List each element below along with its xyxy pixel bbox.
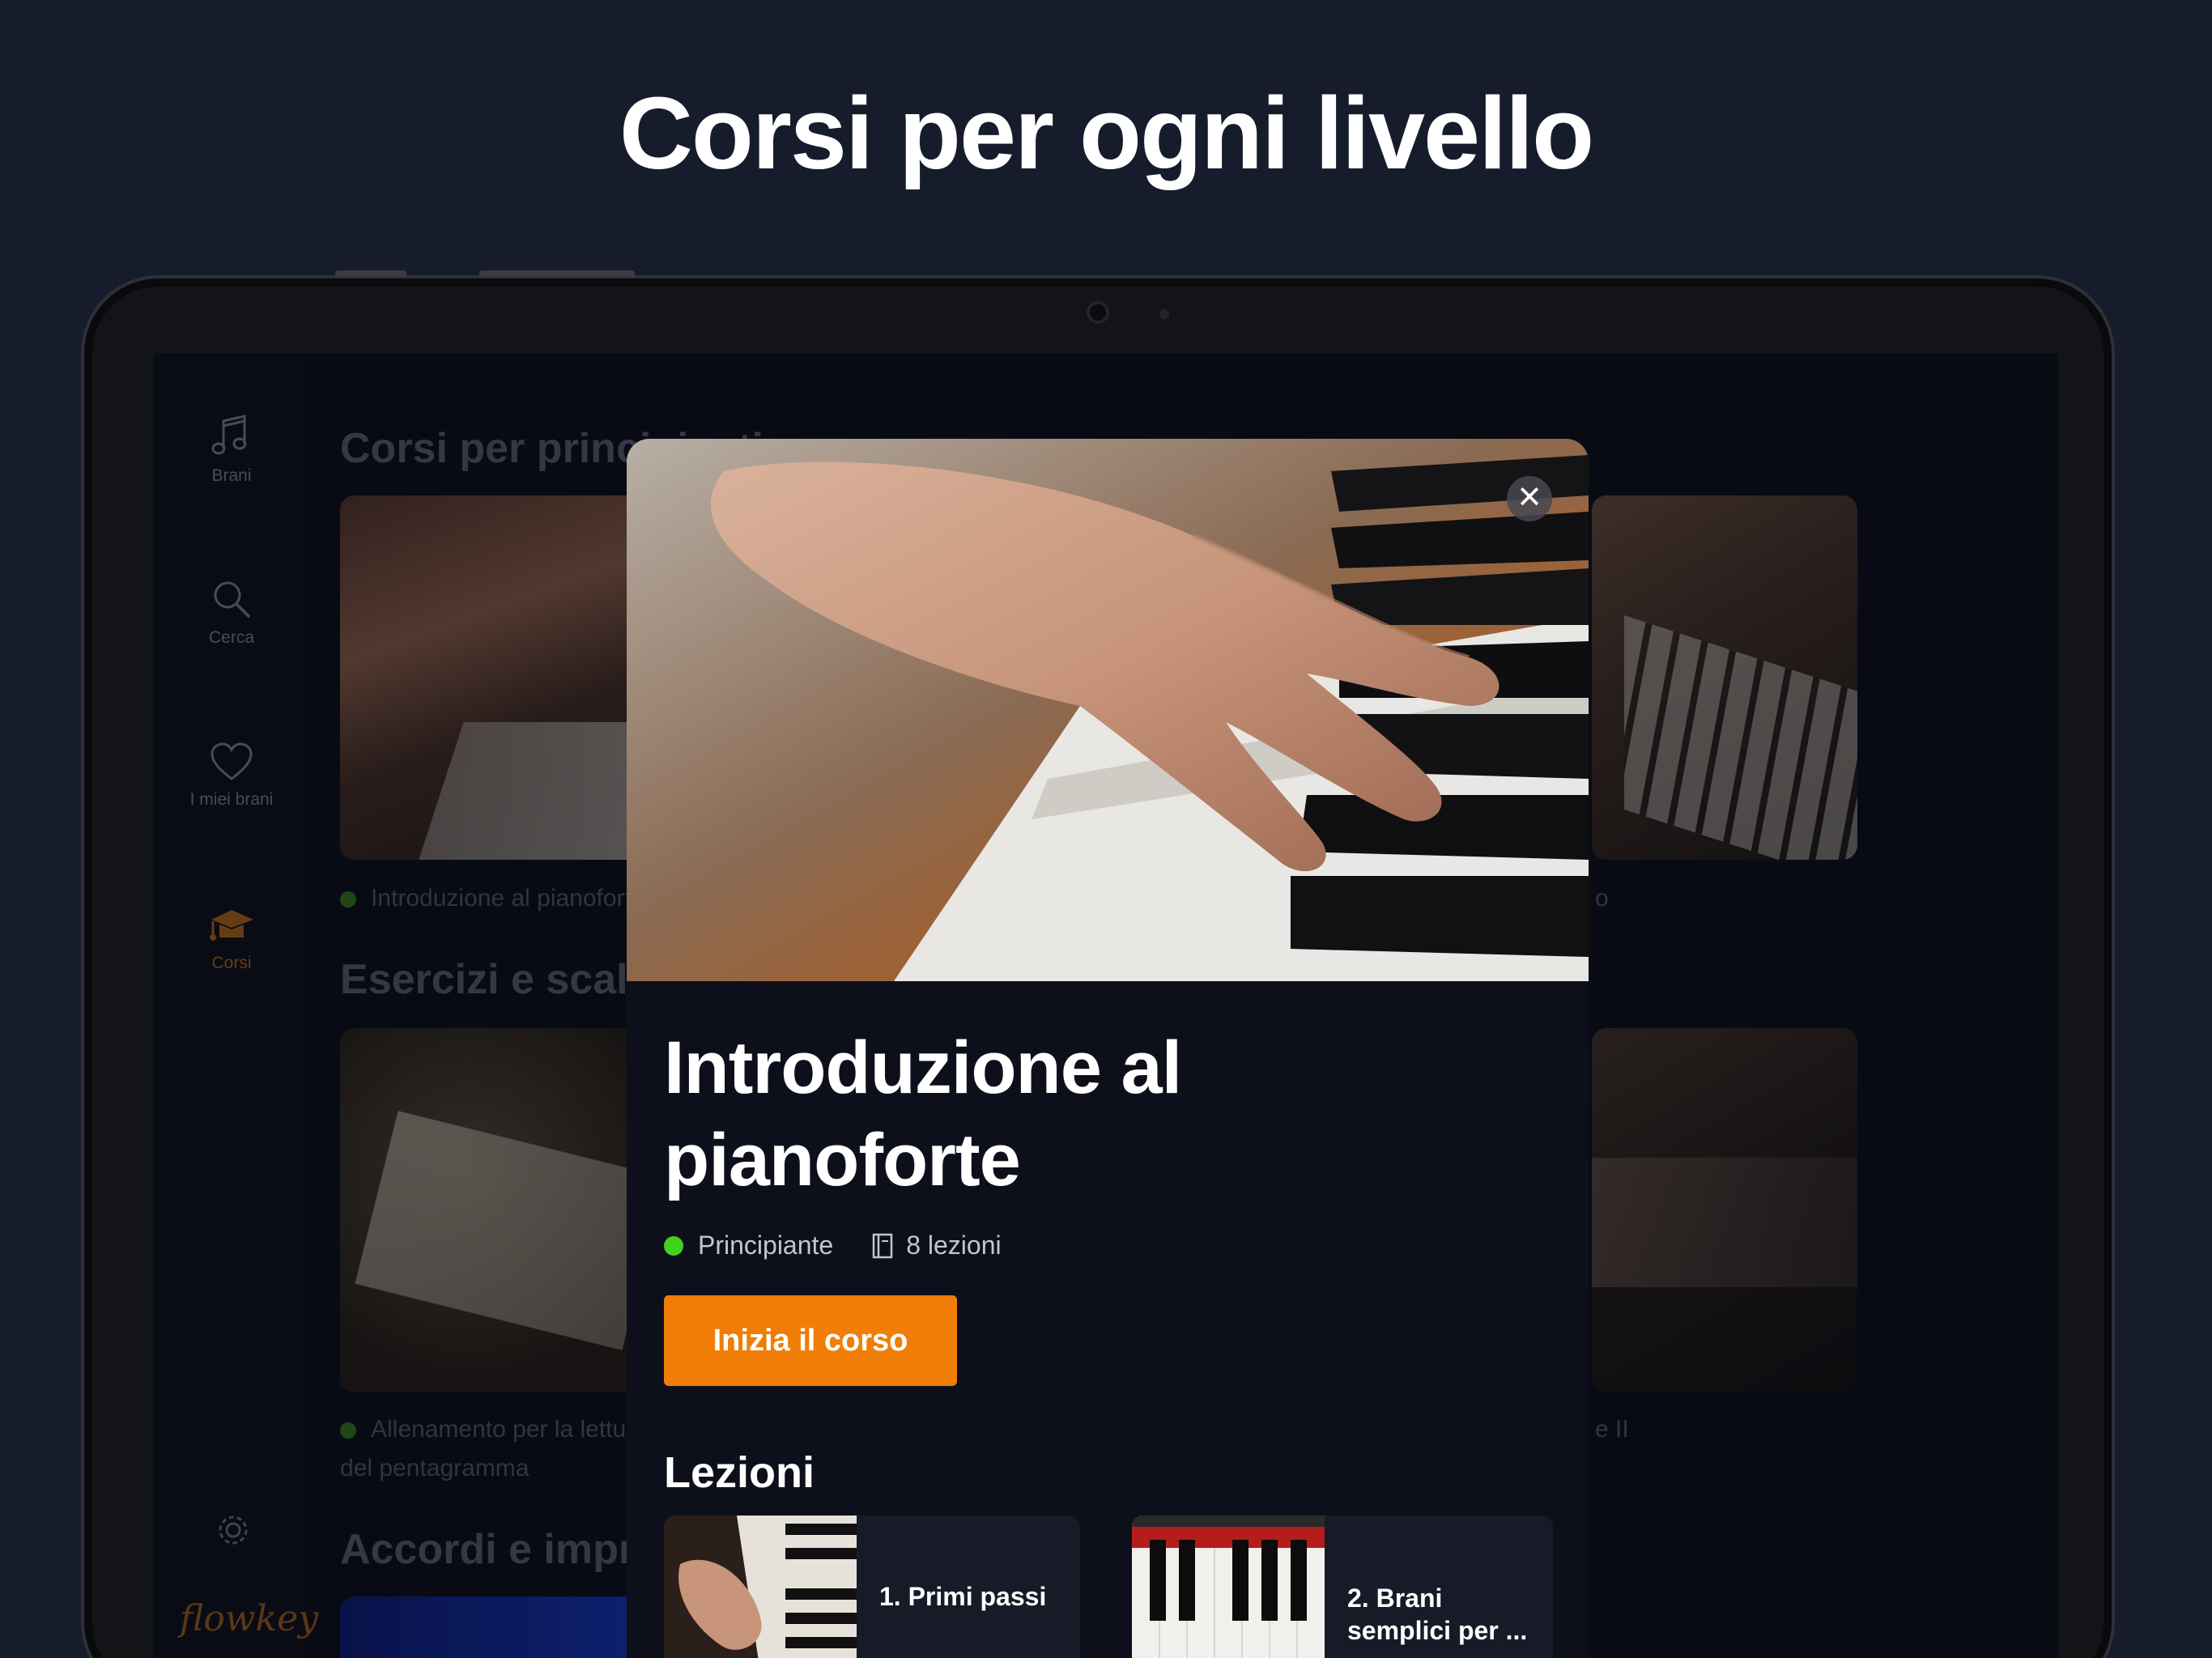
power-button: [479, 270, 635, 277]
course-detail-modal: ✕ Introduzione al pianoforte Principiant…: [627, 439, 1589, 1658]
sensor-dot: [1159, 309, 1169, 319]
lessons-heading: Lezioni: [664, 1448, 815, 1497]
level-dot-icon: [664, 1235, 683, 1256]
book-icon: [872, 1233, 893, 1258]
lesson-card[interactable]: 1. Primi passi: [664, 1516, 1080, 1658]
course-title: Introduzione al pianoforte: [664, 1027, 1182, 1201]
start-course-button[interactable]: Inizia il corso: [664, 1295, 957, 1386]
lesson-thumbnail: [1132, 1516, 1325, 1658]
volume-button: [335, 270, 406, 277]
camera-icon: [1087, 301, 1109, 324]
lesson-card[interactable]: 2. Brani semplici per ...: [1132, 1516, 1553, 1658]
close-button[interactable]: ✕: [1507, 476, 1552, 521]
lesson-count: 8 lezioni: [906, 1231, 1002, 1260]
course-level: Principiante: [698, 1231, 834, 1260]
close-icon: ✕: [1516, 481, 1542, 515]
hero-image: [627, 439, 1589, 981]
lesson-title: 2. Brani semplici per ...: [1347, 1584, 1528, 1645]
lesson-thumbnail: [664, 1516, 857, 1658]
lesson-title: 1. Primi passi: [879, 1582, 1047, 1611]
course-meta: Principiante 8 lezioni: [664, 1231, 1002, 1261]
headline: Corsi per ogni livello: [619, 76, 1594, 190]
